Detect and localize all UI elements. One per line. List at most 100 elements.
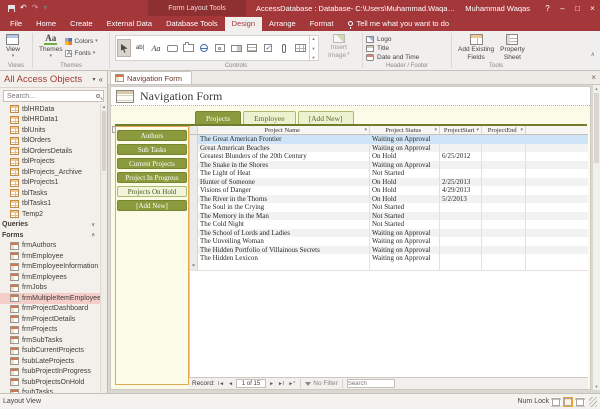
record-selector[interactable]	[190, 152, 198, 161]
logo-button[interactable]: Logo	[366, 35, 419, 43]
add-existing-fields-button[interactable]: Add Existing Fields	[455, 33, 497, 62]
form-list-item[interactable]: frmProjects	[0, 325, 100, 336]
chevron-down-icon[interactable]: ▾	[93, 76, 96, 83]
form-list-item[interactable]: fsubProjectsOnHold	[0, 377, 100, 388]
ribbon-tab[interactable]: Database Tools	[159, 17, 225, 31]
help-button[interactable]: ?	[540, 4, 555, 13]
column-dropdown-icon[interactable]: ▾	[364, 127, 367, 133]
table-row[interactable]: The River in the Thorns On Hold 5/2/2013	[190, 195, 588, 204]
minimize-button[interactable]: –	[555, 4, 570, 13]
ribbon-tab[interactable]: Arrange	[262, 17, 303, 31]
save-icon[interactable]	[8, 5, 15, 12]
ribbon-tab[interactable]: External Data	[100, 17, 159, 31]
column-header[interactable]: ProjectStart ▾	[440, 126, 482, 134]
select-all-cell[interactable]	[190, 126, 198, 134]
no-filter-label[interactable]: No Filter	[313, 380, 338, 387]
scroll-up-icon[interactable]: ▲	[593, 86, 600, 91]
table-row[interactable]: The Light of Heat Not Started	[190, 169, 588, 178]
table-list-item[interactable]: tblHRData1	[0, 115, 100, 126]
table-row[interactable]: Visions of Danger On Hold 4/29/2013	[190, 186, 588, 195]
record-selector[interactable]	[190, 186, 198, 195]
ribbon-tab[interactable]: File	[3, 17, 29, 31]
list-box-icon[interactable]	[245, 39, 259, 57]
table-list-item[interactable]: tblOrders	[0, 136, 100, 147]
record-selector[interactable]	[190, 195, 198, 204]
ribbon-tab[interactable]: Create	[63, 17, 100, 31]
tab-control-icon[interactable]	[181, 39, 195, 57]
record-selector[interactable]	[190, 237, 198, 246]
record-selector[interactable]	[190, 169, 198, 178]
view-button[interactable]: View ▾	[3, 33, 23, 59]
fonts-button[interactable]: A Fonts ▾	[65, 48, 97, 58]
record-selector[interactable]	[190, 203, 198, 212]
side-navigation-tab[interactable]: Sub Tasks	[117, 144, 187, 155]
search-input[interactable]	[7, 93, 87, 100]
collapse-ribbon-icon[interactable]: ∧	[591, 51, 595, 58]
maximize-button[interactable]: □	[570, 4, 585, 13]
table-list-item[interactable]: tblTasks	[0, 188, 100, 199]
table-row[interactable]: Hunter of Someone On Hold 2/25/2013	[190, 178, 588, 187]
table-row[interactable]: The Cold Night Not Started	[190, 220, 588, 229]
text-box-icon[interactable]: ab|	[133, 39, 147, 57]
record-selector[interactable]	[190, 135, 198, 144]
form-list-item[interactable]: fsubLateProjects	[0, 356, 100, 367]
side-navigation-tab[interactable]: [Add New]	[117, 200, 187, 211]
date-time-button[interactable]: Date and Time	[366, 53, 419, 61]
table-list-item[interactable]: tblOrdersDetails	[0, 146, 100, 157]
undo-icon[interactable]: ↶	[20, 4, 27, 12]
form-list-item[interactable]: frmEmployees	[0, 272, 100, 283]
top-navigation-tab[interactable]: [Add New]	[298, 111, 354, 124]
form-list-item[interactable]: frmSubTasks	[0, 335, 100, 346]
table-row[interactable]: The Unveiling Woman Waiting on Approval	[190, 237, 588, 246]
document-scrollbar[interactable]: ▲ ▼	[592, 85, 600, 390]
sidebar-scrollbar[interactable]: ▲	[100, 104, 107, 393]
record-search-input[interactable]	[348, 381, 392, 387]
table-row[interactable]: The Memory in the Man Not Started	[190, 212, 588, 221]
navigation-pane-header[interactable]: All Access Objects ▾ «	[0, 71, 107, 88]
side-navigation-tab[interactable]: Project In Progress	[117, 172, 187, 183]
combo-box-icon[interactable]	[229, 39, 243, 57]
layout-view-icon[interactable]	[563, 397, 573, 407]
last-record-button[interactable]: ►Ι	[277, 379, 285, 389]
property-sheet-button[interactable]: Property Sheet	[497, 33, 528, 62]
next-record-button[interactable]: ►	[268, 379, 275, 389]
ribbon-tab[interactable]: Format	[303, 17, 341, 31]
filter-icon[interactable]	[305, 382, 311, 386]
record-search-box[interactable]	[347, 379, 395, 388]
table-row[interactable]: Great American Beaches Waiting on Approv…	[190, 144, 588, 153]
table-row[interactable]: The Soul in the Crying Not Started	[190, 203, 588, 212]
table-row[interactable]: The School of Lords and Ladies Waiting o…	[190, 229, 588, 238]
record-selector[interactable]	[190, 161, 198, 170]
table-row[interactable]: The Hidden Portfolio of Villainous Secre…	[190, 246, 588, 255]
subform-icon[interactable]	[293, 39, 307, 57]
check-box-icon[interactable]: ✓	[261, 39, 275, 57]
table-list-item[interactable]: tblUnits	[0, 125, 100, 136]
form-list-item[interactable]: frmJobs	[0, 283, 100, 294]
close-button[interactable]: ×	[585, 4, 600, 13]
table-list-item[interactable]: tblProjects1	[0, 178, 100, 189]
select-pointer-icon[interactable]	[117, 39, 131, 57]
colors-button[interactable]: Colors ▾	[65, 36, 97, 46]
record-selector[interactable]	[190, 212, 198, 221]
title-button[interactable]: Title	[366, 44, 419, 52]
record-selector[interactable]	[190, 220, 198, 229]
side-navigation-tab[interactable]: Current Projects	[117, 158, 187, 169]
side-navigation-tab[interactable]: Projects On Hold	[117, 186, 187, 197]
queries-group-header[interactable]: Queries ∨	[0, 220, 100, 231]
table-list-item[interactable]: tblProjects_Archive	[0, 167, 100, 178]
table-list-item[interactable]: tblProjects	[0, 157, 100, 168]
scrollbar-thumb[interactable]	[594, 93, 599, 163]
gallery-scrollbar[interactable]: ▲▼▼	[309, 36, 317, 60]
record-selector[interactable]	[190, 229, 198, 238]
forms-group-header[interactable]: Forms ∧	[0, 230, 100, 241]
column-dropdown-icon[interactable]: ▾	[476, 127, 479, 133]
column-header[interactable]: Project Name ▾	[198, 126, 370, 134]
record-selector[interactable]	[190, 178, 198, 187]
record-selector[interactable]	[190, 254, 198, 263]
record-counter[interactable]: 1 of 15	[236, 379, 266, 388]
side-navigation-tab[interactable]: Authors	[117, 130, 187, 141]
search-box[interactable]	[3, 90, 104, 102]
first-record-button[interactable]: Ι◄	[217, 379, 225, 389]
form-list-item[interactable]: frmEmployeeInformation	[0, 262, 100, 273]
form-list-item[interactable]: frmMultipleItemEmployee	[0, 293, 100, 304]
